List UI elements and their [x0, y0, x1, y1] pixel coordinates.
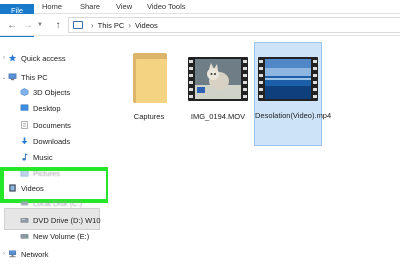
- address-bar[interactable]: › This PC › Videos: [68, 17, 400, 33]
- this-pc-icon: [73, 21, 83, 29]
- folder-icon: [133, 53, 167, 103]
- star-icon: [8, 54, 17, 62]
- file-item-img-0194[interactable]: IMG_0194.MOV: [185, 41, 251, 136]
- network-icon: [9, 250, 16, 258]
- chevron-right-icon[interactable]: ›: [0, 55, 8, 61]
- sidebar-item-label: Downloads: [33, 136, 71, 146]
- sidebar-item-local-disk[interactable]: Local Disk (C:): [0, 196, 108, 210]
- breadcrumb-this-pc[interactable]: This PC: [98, 21, 125, 30]
- dvd-drive-icon: [20, 218, 29, 223]
- tab-home[interactable]: Home: [42, 0, 62, 14]
- navigation-pane: › Quick access ⌄ This PC 3D Objects Desk…: [0, 37, 110, 266]
- sidebar-item-music[interactable]: Music: [0, 150, 108, 164]
- sidebar-item-downloads[interactable]: Downloads: [0, 134, 108, 148]
- sidebar-item-label: New Volume (E:): [33, 231, 90, 241]
- tab-view[interactable]: View: [116, 0, 132, 14]
- sidebar-item-quick-access[interactable]: › Quick access: [0, 51, 108, 65]
- sidebar-item-label: Network: [21, 249, 49, 259]
- video-thumbnail-icon: [188, 57, 248, 101]
- sidebar-item-label: This PC: [21, 72, 48, 82]
- recent-locations-chevron-icon[interactable]: ▼: [36, 18, 44, 32]
- forward-arrow-icon[interactable]: →: [22, 18, 34, 32]
- sidebar-item-label: Music: [33, 152, 53, 162]
- chevron-right-icon[interactable]: ›: [0, 251, 8, 257]
- cat-video-frame: [195, 59, 241, 99]
- video-thumbnail-icon: [258, 57, 318, 101]
- sidebar-item-label: 3D Objects: [33, 87, 71, 97]
- back-arrow-icon[interactable]: ←: [6, 18, 18, 32]
- address-toolbar: ← → ▼ ↑ › This PC › Videos: [0, 14, 400, 36]
- sidebar-item-label: Local Disk (C:): [33, 198, 83, 208]
- download-arrow-icon: [21, 137, 28, 145]
- sidebar-item-dvd-drive[interactable]: DVD Drive (D:) W10: [0, 213, 108, 227]
- sidebar-item-network[interactable]: › Network: [0, 247, 108, 261]
- sidebar-item-desktop[interactable]: Desktop: [0, 101, 108, 115]
- breadcrumb-separator-icon: ›: [128, 20, 132, 30]
- desktop-icon: [20, 104, 29, 111]
- tab-video-tools[interactable]: Video Tools: [147, 0, 186, 14]
- document-icon: [21, 121, 28, 129]
- chevron-down-icon[interactable]: ⌄: [0, 74, 8, 81]
- sidebar-item-label: Documents: [33, 120, 71, 130]
- file-list-pane: Captures IMG_0194.MOV Desolation(Video).…: [108, 37, 400, 266]
- sidebar-item-label: DVD Drive (D:) W10: [33, 215, 101, 225]
- sidebar-item-3d-objects[interactable]: 3D Objects: [0, 85, 108, 99]
- file-name: IMG_0194.MOV: [190, 112, 246, 121]
- file-item-captures[interactable]: Captures: [116, 41, 182, 136]
- computer-icon: [8, 73, 17, 81]
- hard-drive-icon: [20, 201, 29, 206]
- up-arrow-icon[interactable]: ↑: [52, 18, 64, 32]
- sidebar-item-documents[interactable]: Documents: [0, 118, 108, 132]
- breadcrumb-videos[interactable]: Videos: [135, 21, 158, 30]
- file-name: Desolation(Video).mp4: [255, 111, 332, 120]
- cube-icon: [20, 88, 29, 96]
- file-name: Captures: [133, 112, 165, 121]
- drive-icon: [20, 234, 29, 239]
- file-item-desolation[interactable]: Desolation(Video).mp4: [254, 42, 332, 146]
- ocean-video-frame: [265, 59, 311, 99]
- sidebar-item-label: Quick access: [21, 53, 66, 63]
- breadcrumb-separator-icon: ›: [91, 20, 94, 30]
- tab-share[interactable]: Share: [80, 0, 100, 14]
- ribbon: File Home Share View Video Tools: [0, 0, 400, 99]
- sidebar-item-new-volume[interactable]: New Volume (E:): [0, 229, 108, 243]
- sidebar-item-this-pc[interactable]: ⌄ This PC: [0, 70, 108, 84]
- sidebar-item-label: Desktop: [33, 103, 61, 113]
- music-note-icon: [22, 153, 28, 161]
